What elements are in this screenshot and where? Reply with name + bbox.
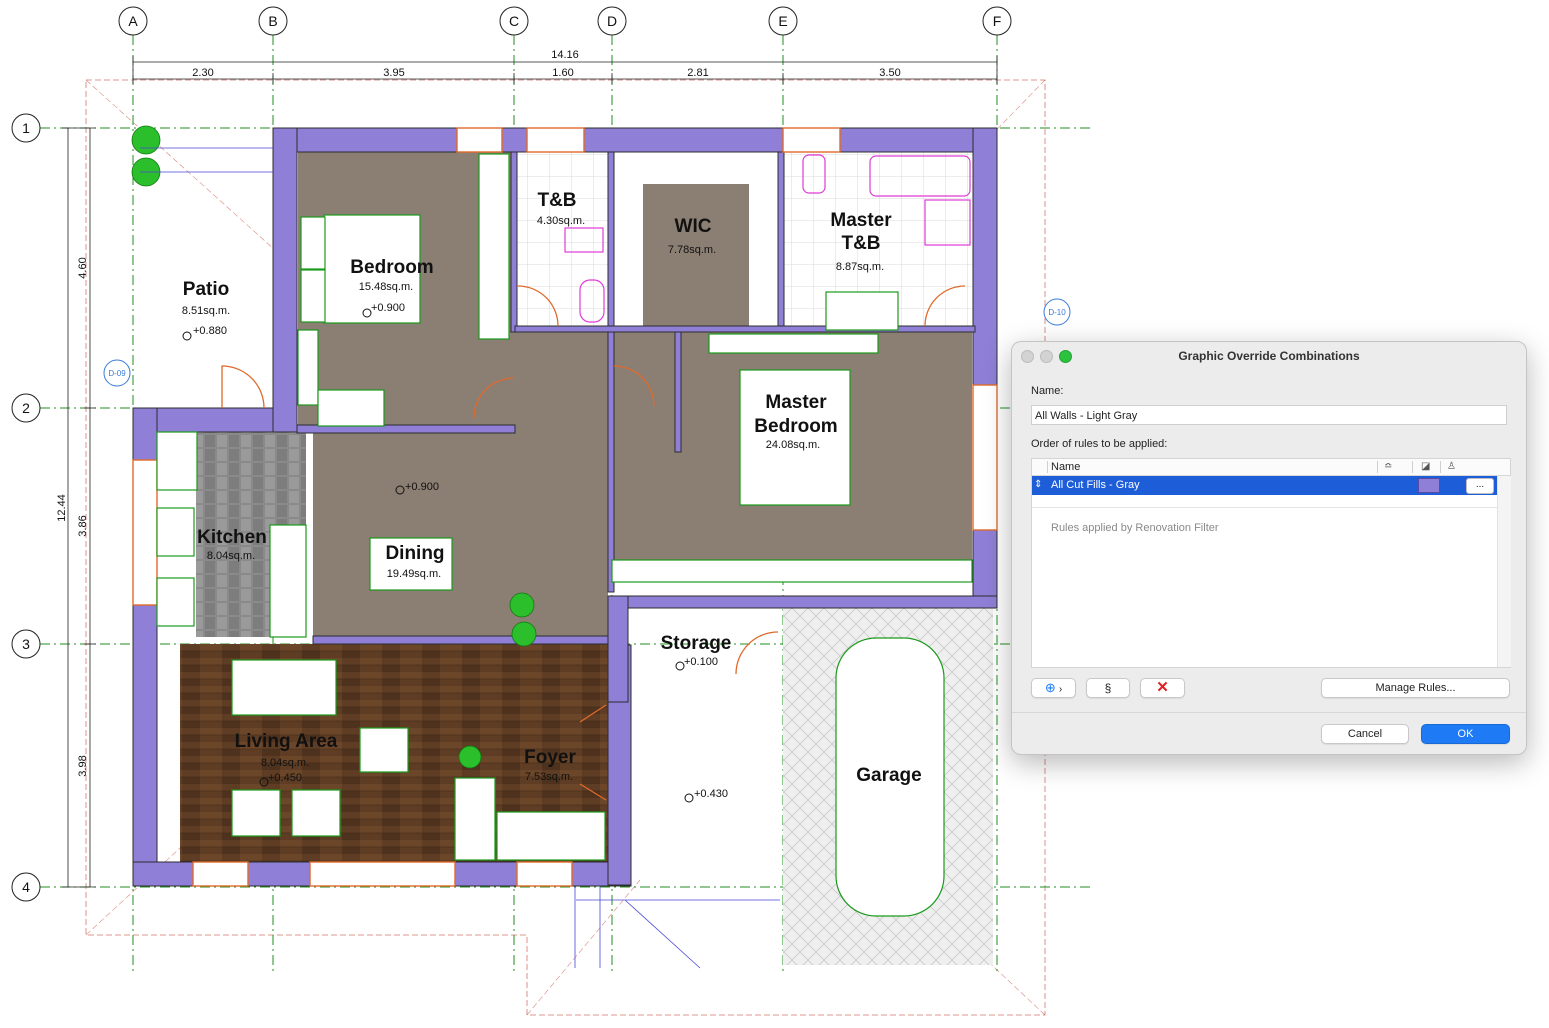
- column-separator: [1047, 461, 1048, 473]
- rule-name: All Cut Fills - Gray: [1051, 479, 1140, 491]
- room-master-bedroom-name-1: Master: [765, 392, 827, 413]
- renovation-filter-text: Rules applied by Renovation Filter: [1051, 522, 1219, 534]
- drag-handle-icon[interactable]: ⇕: [1034, 479, 1042, 490]
- column-separator: [1377, 461, 1378, 473]
- room-dining-name: Dining: [385, 543, 444, 564]
- room-master-bedroom-area: 24.08sq.m.: [766, 439, 820, 451]
- room-foyer-name: Foyer: [524, 747, 576, 768]
- table-scrollbar[interactable]: [1497, 476, 1511, 667]
- room-kitchen-name: Kitchen: [197, 527, 267, 548]
- grid-label-b: B: [268, 13, 277, 29]
- grid-label-3: 3: [22, 636, 30, 652]
- fill-column-icon[interactable]: ◪: [1421, 461, 1430, 472]
- grid-label-e: E: [778, 13, 787, 29]
- elevation-storage: +0.100: [684, 656, 718, 668]
- dialog-titlebar[interactable]: Graphic Override Combinations: [1012, 342, 1526, 370]
- dialog-footer-divider: [1012, 712, 1526, 713]
- room-foyer-area: 7.53sq.m.: [525, 771, 573, 783]
- room-living-area: 8.04sq.m.: [261, 757, 309, 769]
- grid-label-a: A: [128, 13, 138, 29]
- room-tb-area: 4.30sq.m.: [537, 215, 585, 227]
- dim-overall-width: 14.16: [551, 49, 579, 61]
- add-circle-icon: ⊕: [1044, 680, 1056, 695]
- grid-label-1: 1: [22, 120, 30, 136]
- grid-label-d: D: [607, 13, 617, 29]
- room-bedroom-name: Bedroom: [350, 257, 433, 278]
- room-tb-name: T&B: [537, 190, 576, 211]
- dim-23: 3.86: [77, 515, 89, 536]
- room-living-name: Living Area: [235, 731, 338, 752]
- room-master-tb-name-2: T&B: [841, 233, 880, 254]
- dim-12: 4.60: [77, 257, 89, 278]
- room-patio-area: 8.51sq.m.: [182, 305, 230, 317]
- dialog-title: Graphic Override Combinations: [1178, 349, 1360, 363]
- column-separator: [1412, 461, 1413, 473]
- name-field[interactable]: All Walls - Light Gray: [1031, 405, 1507, 425]
- dim-de: 2.81: [687, 67, 708, 79]
- room-dining-area: 19.49sq.m.: [387, 568, 441, 580]
- room-wic-name: WIC: [675, 216, 712, 237]
- column-header-name[interactable]: Name: [1051, 461, 1080, 473]
- room-kitchen-area: 8.04sq.m.: [207, 550, 255, 562]
- manage-rules-button[interactable]: Manage Rules...: [1321, 678, 1510, 698]
- table-divider: [1032, 507, 1497, 508]
- grid-label-f: F: [993, 13, 1002, 29]
- room-garage-name: Garage: [856, 765, 921, 786]
- material-column-icon[interactable]: ♙: [1447, 461, 1456, 472]
- elevation-living: +0.450: [268, 772, 302, 784]
- column-separator: [1440, 461, 1441, 473]
- cut-line-column-icon[interactable]: ≏: [1384, 461, 1392, 472]
- ok-button[interactable]: OK: [1421, 724, 1510, 744]
- remove-rule-button[interactable]: ✕: [1140, 678, 1185, 698]
- delete-x-icon: ✕: [1156, 679, 1169, 696]
- rule-color-swatch[interactable]: [1418, 478, 1440, 493]
- tag-d10: D-10: [1048, 308, 1066, 317]
- rules-table: Name ≏ ◪ ♙ ⇕ All Cut Fills - Gray ... Ru…: [1031, 458, 1511, 668]
- room-storage-name: Storage: [661, 633, 732, 654]
- rule-row[interactable]: ⇕ All Cut Fills - Gray ...: [1032, 476, 1497, 495]
- room-master-tb-name-1: Master: [830, 210, 892, 231]
- new-rule-button[interactable]: §: [1086, 678, 1130, 698]
- rules-table-header: Name ≏ ◪ ♙: [1032, 459, 1510, 476]
- dim-ef: 3.50: [879, 67, 900, 79]
- cancel-button[interactable]: Cancel: [1321, 724, 1409, 744]
- room-master-bedroom-name-2: Bedroom: [754, 416, 837, 437]
- room-bedroom-area: 15.48sq.m.: [359, 281, 413, 293]
- room-master-tb-area: 8.87sq.m.: [836, 261, 884, 273]
- dim-cd: 1.60: [552, 67, 573, 79]
- add-rule-button[interactable]: ⊕ ›: [1031, 678, 1076, 698]
- new-rule-icon: §: [1104, 681, 1112, 695]
- chevron-right-icon: ›: [1058, 684, 1063, 695]
- room-wic-area: 7.78sq.m.: [668, 244, 716, 256]
- grid-label-2: 2: [22, 400, 30, 416]
- name-label: Name:: [1031, 385, 1064, 397]
- elevation-garage-ramp: +0.430: [694, 788, 728, 800]
- graphic-override-combinations-dialog: Graphic Override Combinations Name: All …: [1011, 341, 1527, 755]
- tag-d09: D-09: [108, 369, 126, 378]
- rule-more-button[interactable]: ...: [1466, 478, 1494, 494]
- rules-order-label: Order of rules to be applied:: [1031, 438, 1168, 450]
- elevation-bedroom: +0.900: [371, 302, 405, 314]
- dim-34: 3.98: [77, 755, 89, 776]
- dim-bc: 3.95: [383, 67, 404, 79]
- room-patio-name: Patio: [183, 279, 229, 300]
- dim-ab: 2.30: [192, 67, 213, 79]
- elevation-patio: +0.880: [193, 325, 227, 337]
- dim-overall-height: 12.44: [56, 494, 68, 522]
- elevation-dining: +0.900: [405, 481, 439, 493]
- grid-label-c: C: [509, 13, 519, 29]
- grid-label-4: 4: [22, 879, 30, 895]
